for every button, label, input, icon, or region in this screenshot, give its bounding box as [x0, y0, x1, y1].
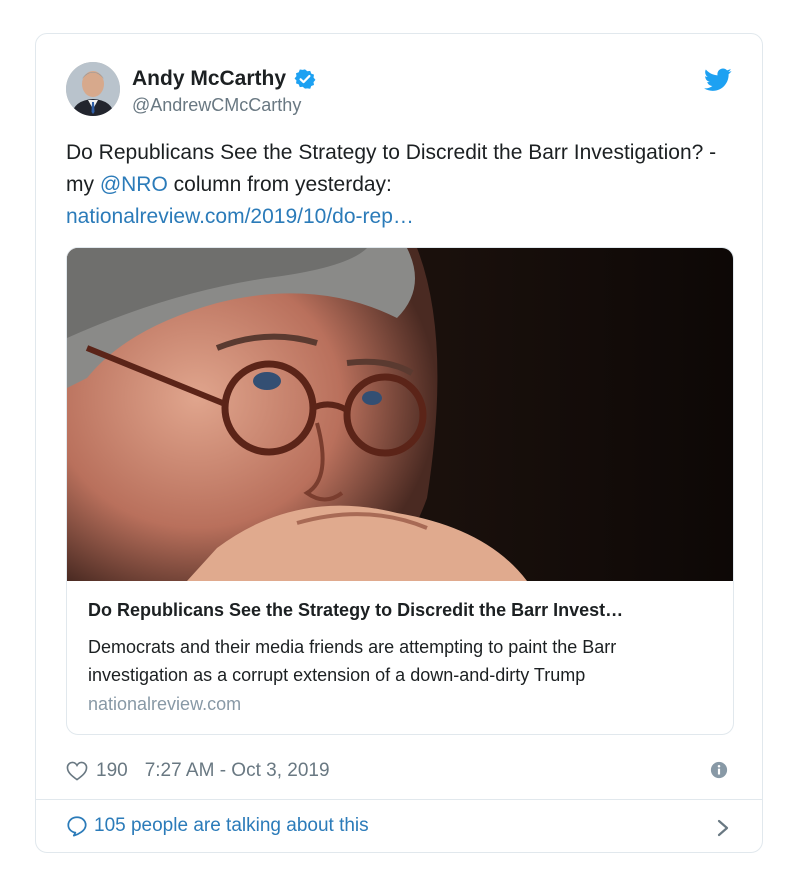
mention-link[interactable]: @NRO — [100, 173, 168, 196]
link-preview-image[interactable] — [67, 248, 734, 581]
conversation-count-text[interactable]: 105 people are talking about this — [94, 815, 369, 837]
info-icon[interactable] — [710, 761, 728, 779]
tweet-url-link[interactable]: nationalreview.com/2019/10/do-rep… — [66, 205, 414, 228]
twitter-bird-icon[interactable] — [704, 68, 732, 92]
conversation-link[interactable]: 105 people are talking about this — [66, 815, 369, 837]
link-card-title[interactable]: Do Republicans See the Strategy to Discr… — [88, 600, 718, 621]
tweet-text-part2: column from yesterday: — [167, 173, 392, 196]
verified-badge-icon — [294, 69, 316, 89]
avatar[interactable] — [66, 62, 120, 116]
avatar-image — [66, 62, 120, 116]
author-name[interactable]: Andy McCarthy — [132, 67, 316, 91]
tweet-timestamp[interactable]: 7:27 AM - Oct 3, 2019 — [145, 760, 330, 782]
link-card-domain: nationalreview.com — [88, 694, 242, 714]
tweet-text: Do Republicans See the Strategy to Discr… — [66, 137, 726, 233]
author-handle[interactable]: @AndrewCMcCarthy — [132, 95, 301, 116]
divider — [36, 799, 762, 800]
heart-icon[interactable] — [66, 761, 88, 781]
like-count[interactable]: 190 — [96, 760, 128, 782]
chevron-right-icon[interactable] — [716, 818, 730, 838]
tweet-meta: 190 7:27 AM - Oct 3, 2019 — [66, 758, 330, 784]
link-card-description: Democrats and their media friends are at… — [88, 637, 617, 685]
link-preview-card[interactable]: Do Republicans See the Strategy to Discr… — [66, 247, 734, 735]
speech-bubble-icon — [67, 816, 87, 837]
author-name-text[interactable]: Andy McCarthy — [132, 67, 286, 91]
embedded-tweet-card: Andy McCarthy @AndrewCMcCarthy Do Republ… — [35, 33, 763, 853]
